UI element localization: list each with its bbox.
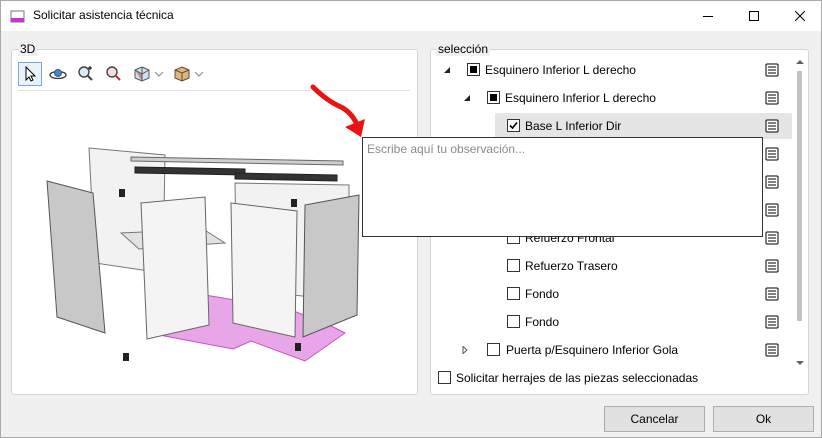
maximize-icon (749, 11, 759, 21)
tree-item[interactable]: Esquinero Inferior L derecho (432, 85, 792, 111)
render-mode-button[interactable] (170, 62, 194, 86)
expanded-caret-icon[interactable] (442, 65, 452, 75)
hinge-mark (295, 343, 301, 351)
document-icon[interactable] (765, 203, 779, 217)
expanded-caret-icon[interactable] (462, 93, 472, 103)
tree-item[interactable]: Fondo (495, 309, 792, 335)
document-icon[interactable] (765, 91, 779, 105)
view-cube-dropdown[interactable] (154, 62, 164, 86)
unchecked-checkbox[interactable] (507, 287, 520, 300)
top-rail-dark[interactable] (134, 166, 246, 176)
view-cube-button[interactable] (130, 62, 154, 86)
select-tool-button[interactable] (18, 62, 42, 86)
pointer-icon (25, 66, 37, 82)
document-icon[interactable] (765, 287, 779, 301)
document-icon[interactable] (765, 259, 779, 273)
scroll-up-icon[interactable] (796, 59, 804, 65)
tree-item-label: Esquinero Inferior L derecho (505, 91, 656, 105)
window-title: Solicitar asistencia técnica (33, 8, 174, 22)
tree-item-label: Fondo (525, 315, 560, 329)
hinge-mark (123, 353, 129, 361)
tree-item-selected[interactable]: Base L Inferior Dir (495, 113, 792, 139)
tree-item-label: Puerta p/Esquinero Inferior Gola (506, 343, 679, 357)
zoom-window-icon (106, 66, 121, 81)
render-mode-dropdown[interactable] (194, 62, 204, 86)
minimize-icon (703, 16, 713, 17)
cancel-button[interactable]: Cancelar (604, 406, 705, 432)
dialog-window: Solicitar asistencia técnica 3D selecció… (0, 0, 822, 438)
tree-scrollbar[interactable] (794, 57, 806, 369)
document-icon[interactable] (765, 175, 779, 189)
right-side-panel[interactable] (302, 194, 360, 338)
collapsed-caret-icon[interactable] (460, 345, 470, 355)
scroll-down-icon[interactable] (796, 360, 804, 366)
chevron-down-icon (195, 71, 203, 77)
observation-textarea[interactable] (362, 137, 763, 237)
box-render-icon (174, 66, 190, 82)
request-hardware-label: Solicitar herrajes de las piezas selecci… (456, 371, 699, 385)
top-rail-dark-2[interactable] (234, 172, 338, 182)
view-cube-icon (134, 66, 150, 82)
document-icon[interactable] (765, 63, 779, 77)
tree-item-label: Base L Inferior Dir (525, 119, 622, 133)
hinge-mark (119, 189, 125, 197)
tree-item[interactable]: Esquinero Inferior L derecho (432, 57, 792, 83)
unchecked-checkbox[interactable] (487, 343, 500, 356)
close-icon (795, 11, 805, 21)
viewer-group-label: 3D (18, 42, 38, 56)
chevron-down-icon (155, 71, 163, 77)
title-bar: Solicitar asistencia técnica (1, 1, 821, 31)
tree-item[interactable]: Puerta p/Esquinero Inferior Gola (432, 337, 792, 363)
unchecked-checkbox[interactable] (507, 259, 520, 272)
zoom-window-button[interactable] (102, 62, 126, 86)
viewer-toolbar (18, 61, 210, 87)
selection-group-label: selección (436, 42, 491, 56)
red-arrow-annotation-icon (310, 84, 365, 137)
minimize-button[interactable] (685, 1, 731, 31)
tree-item[interactable]: Fondo (495, 281, 792, 307)
hinge-mark (291, 199, 297, 207)
document-icon[interactable] (765, 147, 779, 161)
document-icon[interactable] (765, 315, 779, 329)
document-icon[interactable] (765, 119, 779, 133)
document-icon[interactable] (765, 343, 779, 357)
center-door[interactable] (230, 202, 298, 338)
left-door[interactable] (140, 196, 210, 340)
ok-button[interactable]: Ok (713, 406, 814, 432)
request-hardware-checkbox[interactable] (438, 371, 451, 384)
tri-state-checkbox[interactable] (467, 63, 480, 76)
tri-state-checkbox[interactable] (487, 91, 500, 104)
orbit-tool-button[interactable] (46, 62, 70, 86)
checked-checkbox[interactable] (507, 119, 520, 132)
tree-item-label: Fondo (525, 287, 560, 301)
app-icon (10, 10, 25, 23)
tree-item-label: Refuerzo Trasero (525, 259, 618, 273)
tree-item-label: Esquinero Inferior L derecho (485, 63, 636, 77)
unchecked-checkbox[interactable] (507, 315, 520, 328)
orbit-icon (49, 69, 67, 80)
document-icon[interactable] (765, 231, 779, 245)
close-button[interactable] (777, 1, 822, 31)
maximize-button[interactable] (731, 1, 777, 31)
tree-item[interactable]: Refuerzo Trasero (495, 253, 792, 279)
scroll-thumb[interactable] (797, 71, 802, 321)
zoom-extents-button[interactable] (74, 62, 98, 86)
zoom-extents-icon (78, 66, 93, 81)
